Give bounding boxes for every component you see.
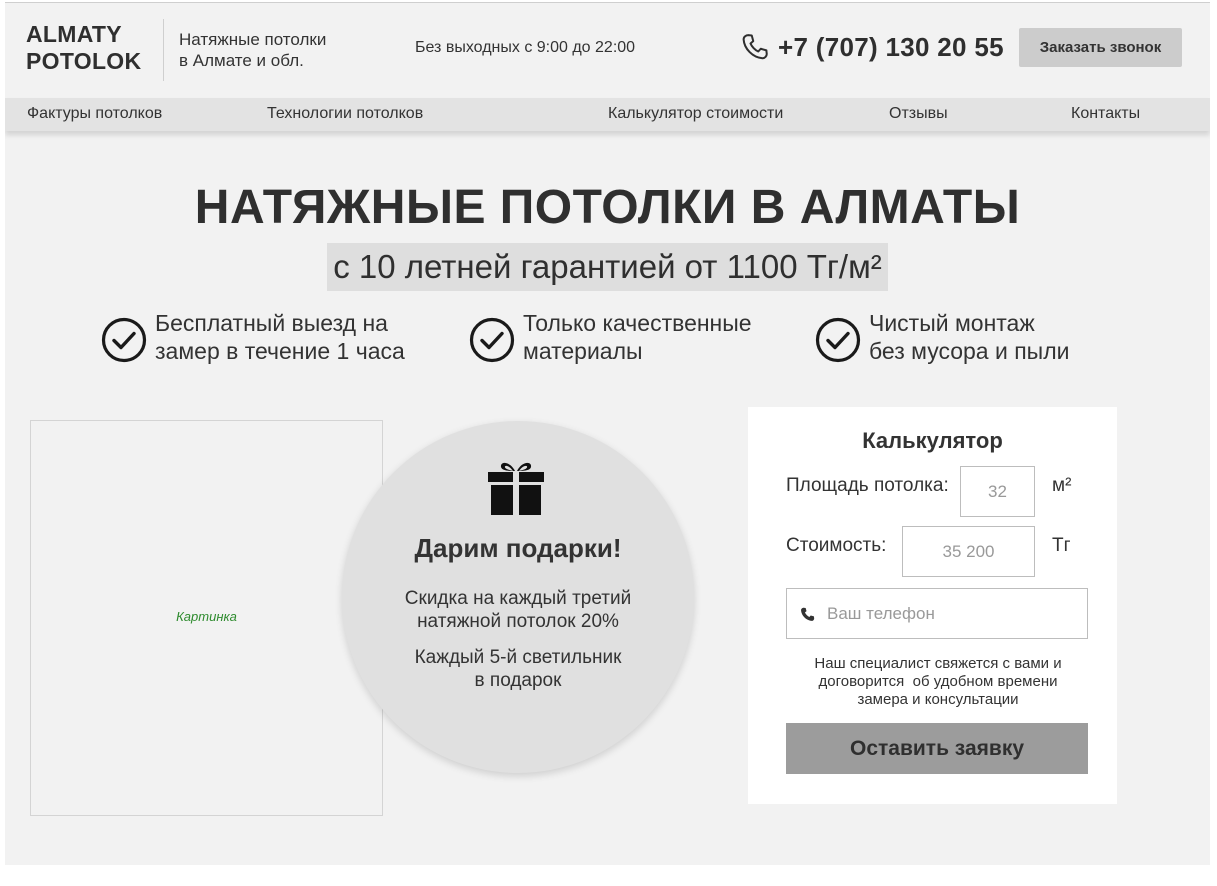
calculator-form: Калькулятор Площадь потолка: м² Стоимост… [748, 407, 1117, 804]
nav-item-contacts[interactable]: Контакты [1071, 105, 1140, 123]
check-circle-icon [101, 317, 147, 363]
tagline-line-2: в Алмате и обл. [179, 51, 304, 70]
feature-text: Чистый монтаж без мусора и пыли [869, 309, 1069, 365]
hero-subtitle-wrap: с 10 летней гарантией от 1100 Тг/м² [5, 243, 1210, 291]
feature-line-1: Только качественные [523, 310, 752, 336]
note-line: замера и консультации [857, 691, 1019, 708]
gift-icon [488, 462, 544, 515]
image-placeholder: Картинка [30, 420, 383, 816]
logo-divider [163, 19, 164, 81]
main-nav: Фактуры потолков Технологии потолков Кал… [5, 98, 1210, 131]
feature-line-2: без мусора и пыли [869, 338, 1070, 364]
feature-line-2: замер в течение 1 часа [155, 338, 405, 364]
callback-button[interactable]: Заказать звонок [1019, 28, 1182, 67]
phone-field[interactable] [786, 588, 1088, 639]
feature-line-1: Бесплатный выезд на [155, 310, 388, 336]
gift-text-line: в подарок [474, 670, 562, 691]
note-line: Наш специалист свяжется с вами и [814, 655, 1062, 672]
gift-text-line: натяжной потолок 20% [417, 611, 619, 632]
gift-text-line: Скидка на каждый третий [404, 588, 632, 609]
logo-line-2: POTOLOK [26, 48, 142, 74]
feature-text: Бесплатный выезд на замер в течение 1 ча… [155, 309, 405, 365]
gift-text-line: Каждый 5-й светильник [414, 647, 622, 668]
header: ALMATY POTOLOK Натяжные потолки в Алмате… [5, 3, 1210, 98]
tagline-line-1: Натяжные потолки [179, 30, 327, 49]
note-line: договорится об удобном времени [818, 673, 1058, 690]
hero-subtitle: с 10 летней гарантией от 1100 Тг/м² [327, 243, 888, 291]
working-hours: Без выходных с 9:00 до 22:00 [415, 39, 636, 56]
cost-unit: Тг [1052, 535, 1071, 556]
area-label: Площадь потолка: [786, 475, 949, 496]
gift-discount-text: Скидка на каждый третий натяжной потолок… [382, 587, 654, 633]
submit-request-button[interactable]: Оставить заявку [786, 723, 1088, 774]
phone-input[interactable] [827, 590, 1082, 637]
gift-title: Дарим подарки! [414, 533, 622, 563]
check-circle-icon [469, 317, 515, 363]
image-placeholder-label: Картинка [176, 609, 237, 624]
nav-item-calculator[interactable]: Калькулятор стоимости [608, 105, 783, 123]
logo[interactable]: ALMATY POTOLOK [26, 21, 141, 75]
phone-icon [742, 34, 768, 60]
feature-line-1: Чистый монтаж [869, 310, 1035, 336]
logo-line-1: ALMATY [26, 21, 122, 47]
area-input[interactable] [960, 466, 1035, 517]
nav-item-technologies[interactable]: Технологии потолков [267, 105, 423, 123]
nav-item-textures[interactable]: Фактуры потолков [27, 105, 162, 123]
area-unit: м² [1052, 475, 1072, 496]
phone-icon [801, 607, 815, 621]
page: ALMATY POTOLOK Натяжные потолки в Алмате… [5, 2, 1210, 865]
cost-label: Стоимость: [786, 535, 887, 556]
tagline: Натяжные потолки в Алмате и обл. [179, 29, 326, 71]
calculator-title: Калькулятор [862, 428, 1003, 453]
phone-number[interactable]: +7 (707) 130 20 55 [778, 32, 1004, 63]
callback-note: Наш специалист свяжется с вами и договор… [788, 655, 1088, 709]
gift-lamp-text: Каждый 5-й светильник в подарок [382, 646, 654, 692]
check-circle-icon [815, 317, 861, 363]
nav-item-reviews[interactable]: Отзывы [889, 105, 948, 123]
feature-line-2: материалы [523, 338, 643, 364]
cost-input[interactable] [902, 526, 1035, 577]
gift-promo: Дарим подарки! Скидка на каждый третий н… [342, 421, 694, 773]
feature-text: Только качественные материалы [523, 309, 752, 365]
hero-title: НАТЯЖНЫЕ ПОТОЛКИ В АЛМАТЫ [194, 181, 1021, 234]
